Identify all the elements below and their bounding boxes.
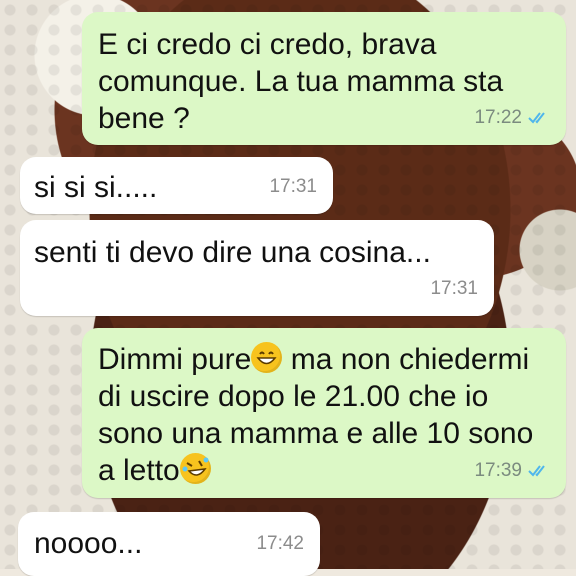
message-bubble-incoming[interactable]: senti ti devo dire una cosina... 17:31 <box>20 220 494 316</box>
message-meta: 17:42 <box>256 525 304 562</box>
message-text-part: Dimmi pure <box>98 343 252 376</box>
message-meta: 17:31 <box>269 168 317 205</box>
message-time: 17:22 <box>474 107 522 128</box>
message-bubble-outgoing[interactable]: E ci credo ci credo, brava comunque. La … <box>82 12 566 145</box>
message-time: 17:42 <box>256 533 304 554</box>
message-time: 17:31 <box>269 176 317 197</box>
message-bubble-incoming[interactable]: si si si..... 17:31 <box>20 157 333 214</box>
message-text: senti ti devo dire una cosina... <box>34 236 431 269</box>
double-check-read-icon <box>528 464 545 477</box>
message-meta: 17:31 <box>430 270 478 307</box>
message-bubble-outgoing[interactable]: Dimmi pure ma non chiedermi di uscire do… <box>82 328 566 498</box>
message-meta: 17:22 <box>474 99 550 136</box>
message-time: 17:31 <box>430 278 478 299</box>
rolling-laughing-face-icon <box>179 453 211 484</box>
message-time: 17:39 <box>474 460 522 481</box>
double-check-read-icon <box>528 111 545 124</box>
message-meta: 17:39 <box>474 452 550 489</box>
message-bubble-incoming[interactable]: noooo... 17:42 <box>18 512 320 576</box>
grinning-face-icon <box>251 342 283 373</box>
